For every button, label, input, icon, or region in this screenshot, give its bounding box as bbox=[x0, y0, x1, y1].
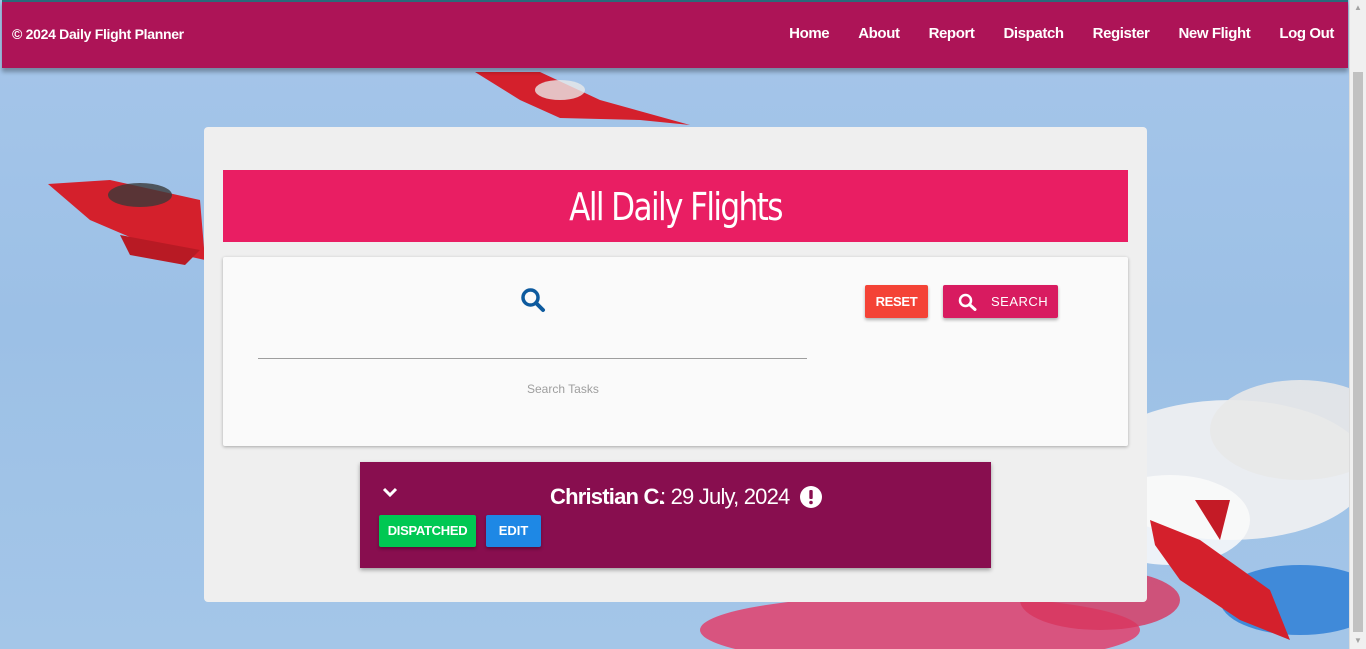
nav-new-flight-link[interactable]: New Flight bbox=[1178, 25, 1250, 42]
chevron-down-icon[interactable] bbox=[382, 486, 398, 498]
nav-about-link[interactable]: About bbox=[858, 25, 900, 42]
scroll-up-icon[interactable]: ▲ bbox=[1350, 0, 1366, 16]
alert-icon bbox=[800, 486, 822, 508]
scrollbar[interactable]: ▲ ▼ bbox=[1349, 0, 1366, 649]
search-panel: Search Tasks RESET SEARCH bbox=[223, 257, 1128, 446]
search-hint-label: Search Tasks bbox=[527, 382, 599, 396]
scroll-thumb[interactable] bbox=[1353, 72, 1363, 632]
nav-report-link[interactable]: Report bbox=[929, 25, 975, 42]
page-title: All Daily Flights bbox=[569, 185, 783, 229]
nav-register-link[interactable]: Register bbox=[1093, 25, 1150, 42]
dispatched-status-button[interactable]: DISPATCHED bbox=[379, 515, 476, 547]
search-input-underline bbox=[258, 358, 807, 359]
nav-links: Home About Report Dispatch Register New … bbox=[760, 25, 1334, 42]
reset-button[interactable]: RESET bbox=[865, 285, 928, 318]
flight-card: Christian C. : 29 July, 2024 DISPATCHED … bbox=[360, 462, 991, 568]
brand-copyright: © 2024 Daily Flight Planner bbox=[12, 26, 184, 42]
nav-home-link[interactable]: Home bbox=[789, 25, 829, 42]
flight-date: : 29 July, 2024 bbox=[660, 484, 790, 509]
search-icon bbox=[521, 288, 545, 312]
flight-pilot-name: Christian C. bbox=[550, 484, 665, 509]
search-button[interactable]: SEARCH bbox=[943, 285, 1058, 318]
edit-button[interactable]: EDIT bbox=[486, 515, 541, 547]
top-navbar: © 2024 Daily Flight Planner Home About R… bbox=[2, 0, 1348, 68]
scroll-down-icon[interactable]: ▼ bbox=[1350, 633, 1366, 649]
page-title-bar: All Daily Flights bbox=[223, 170, 1128, 242]
search-icon bbox=[958, 293, 977, 311]
search-button-label: SEARCH bbox=[991, 294, 1049, 309]
nav-dispatch-link[interactable]: Dispatch bbox=[1004, 25, 1065, 42]
nav-logout-link[interactable]: Log Out bbox=[1279, 25, 1334, 42]
search-input[interactable] bbox=[258, 317, 811, 359]
